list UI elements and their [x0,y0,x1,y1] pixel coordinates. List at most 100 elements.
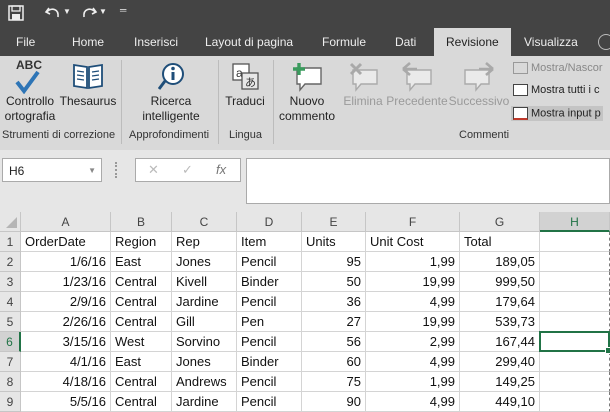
cancel-formula-icon[interactable]: ✕ [148,162,159,178]
cell-e8[interactable]: 75 [302,372,366,392]
formula-input[interactable] [246,158,610,204]
cell-g2[interactable]: 189,05 [460,252,540,272]
show-ink-item[interactable]: Mostra input p [511,106,603,121]
tab-formule[interactable]: Formule [314,28,374,56]
cell-d6[interactable]: Pencil [237,332,302,352]
thesaurus-button[interactable]: Thesaurus [59,58,117,109]
translate-button[interactable]: a あ Traduci [222,58,268,109]
column-header-e[interactable]: E [302,212,366,232]
row-header-3[interactable]: 3 [0,272,21,292]
column-header-b[interactable]: B [111,212,172,232]
row-header-1[interactable]: 1 [0,232,21,252]
cell-f6[interactable]: 2,99 [366,332,460,352]
cell-c4[interactable]: Jardine [172,292,237,312]
cell-c8[interactable]: Andrews [172,372,237,392]
cell-d1[interactable]: Item [237,232,302,252]
spelling-button[interactable]: ABC Controllo ortografia [2,58,58,124]
show-all-comments-item[interactable]: Mostra tutti i c [513,84,599,97]
cell-h4[interactable] [540,292,610,312]
redo-icon[interactable] [80,5,98,21]
cell-b9[interactable]: Central [111,392,172,412]
row-header-9[interactable]: 9 [0,392,21,412]
cell-h1[interactable] [540,232,610,252]
row-header-2[interactable]: 2 [0,252,21,272]
cell-h8[interactable] [540,372,610,392]
tab-visualizza[interactable]: Visualizza [516,28,586,56]
cell-e1[interactable]: Units [302,232,366,252]
cell-c3[interactable]: Kivell [172,272,237,292]
cell-f9[interactable]: 4,99 [366,392,460,412]
cell-e2[interactable]: 95 [302,252,366,272]
cell-g1[interactable]: Total [460,232,540,252]
column-header-g[interactable]: G [460,212,540,232]
cell-b4[interactable]: Central [111,292,172,312]
cell-d4[interactable]: Pencil [237,292,302,312]
cell-d3[interactable]: Binder [237,272,302,292]
row-header-8[interactable]: 8 [0,372,21,392]
cell-h2[interactable] [540,252,610,272]
row-header-4[interactable]: 4 [0,292,21,312]
column-header-h[interactable]: H [540,212,610,232]
tab-inserisci[interactable]: Inserisci [126,28,186,56]
row-header-5[interactable]: 5 [0,312,21,332]
cell-c6[interactable]: Sorvino [172,332,237,352]
cell-a9[interactable]: 5/5/16 [21,392,111,412]
enter-formula-icon[interactable]: ✓ [182,162,193,178]
previous-comment-button[interactable]: Precedente [385,58,449,109]
show-hide-comment-item[interactable]: Mostra/Nascor [513,62,603,75]
column-header-a[interactable]: A [21,212,111,232]
cell-h5[interactable] [540,312,610,332]
row-header-6[interactable]: 6 [0,332,21,352]
cell-d5[interactable]: Pen [237,312,302,332]
cell-b8[interactable]: Central [111,372,172,392]
cell-c5[interactable]: Gill [172,312,237,332]
cell-e4[interactable]: 36 [302,292,366,312]
undo-icon[interactable] [44,5,62,21]
cell-c1[interactable]: Rep [172,232,237,252]
cell-g4[interactable]: 179,64 [460,292,540,312]
cell-c9[interactable]: Jardine [172,392,237,412]
help-icon[interactable] [598,34,610,50]
cell-g9[interactable]: 449,10 [460,392,540,412]
redo-dropdown-icon[interactable]: ▼ [99,7,107,16]
cell-b6[interactable]: West [111,332,172,352]
insert-function-icon[interactable]: fx [216,162,226,177]
cell-c7[interactable]: Jones [172,352,237,372]
cell-b7[interactable]: East [111,352,172,372]
cell-b5[interactable]: Central [111,312,172,332]
cell-a2[interactable]: 1/6/16 [21,252,111,272]
cell-e3[interactable]: 50 [302,272,366,292]
tab-file[interactable]: File [8,28,43,56]
row-header-7[interactable]: 7 [0,352,21,372]
tab-home[interactable]: Home [64,28,112,56]
fill-handle[interactable] [605,347,610,354]
cell-a5[interactable]: 2/26/16 [21,312,111,332]
smart-lookup-button[interactable]: Ricerca intelligente [128,58,214,124]
cell-e6[interactable]: 56 [302,332,366,352]
formula-bar-grip[interactable] [115,162,120,178]
cell-a7[interactable]: 4/1/16 [21,352,111,372]
undo-dropdown-icon[interactable]: ▼ [63,7,71,16]
cell-a4[interactable]: 2/9/16 [21,292,111,312]
cell-g8[interactable]: 149,25 [460,372,540,392]
cell-f8[interactable]: 1,99 [366,372,460,392]
cell-d8[interactable]: Pencil [237,372,302,392]
cell-f7[interactable]: 4,99 [366,352,460,372]
cell-b1[interactable]: Region [111,232,172,252]
cell-c2[interactable]: Jones [172,252,237,272]
cell-b3[interactable]: Central [111,272,172,292]
cell-g6[interactable]: 167,44 [460,332,540,352]
tab-dati[interactable]: Dati [387,28,424,56]
cell-f2[interactable]: 1,99 [366,252,460,272]
cell-g3[interactable]: 999,50 [460,272,540,292]
cell-e9[interactable]: 90 [302,392,366,412]
next-comment-button[interactable]: Successivo [448,58,510,109]
cell-a1[interactable]: OrderDate [21,232,111,252]
delete-comment-button[interactable]: Elimina [339,58,387,109]
cell-d7[interactable]: Binder [237,352,302,372]
cell-a8[interactable]: 4/18/16 [21,372,111,392]
cell-f3[interactable]: 19,99 [366,272,460,292]
select-all-corner[interactable] [0,212,21,232]
column-header-f[interactable]: F [366,212,460,232]
name-box[interactable]: H6 ▼ [2,158,102,182]
